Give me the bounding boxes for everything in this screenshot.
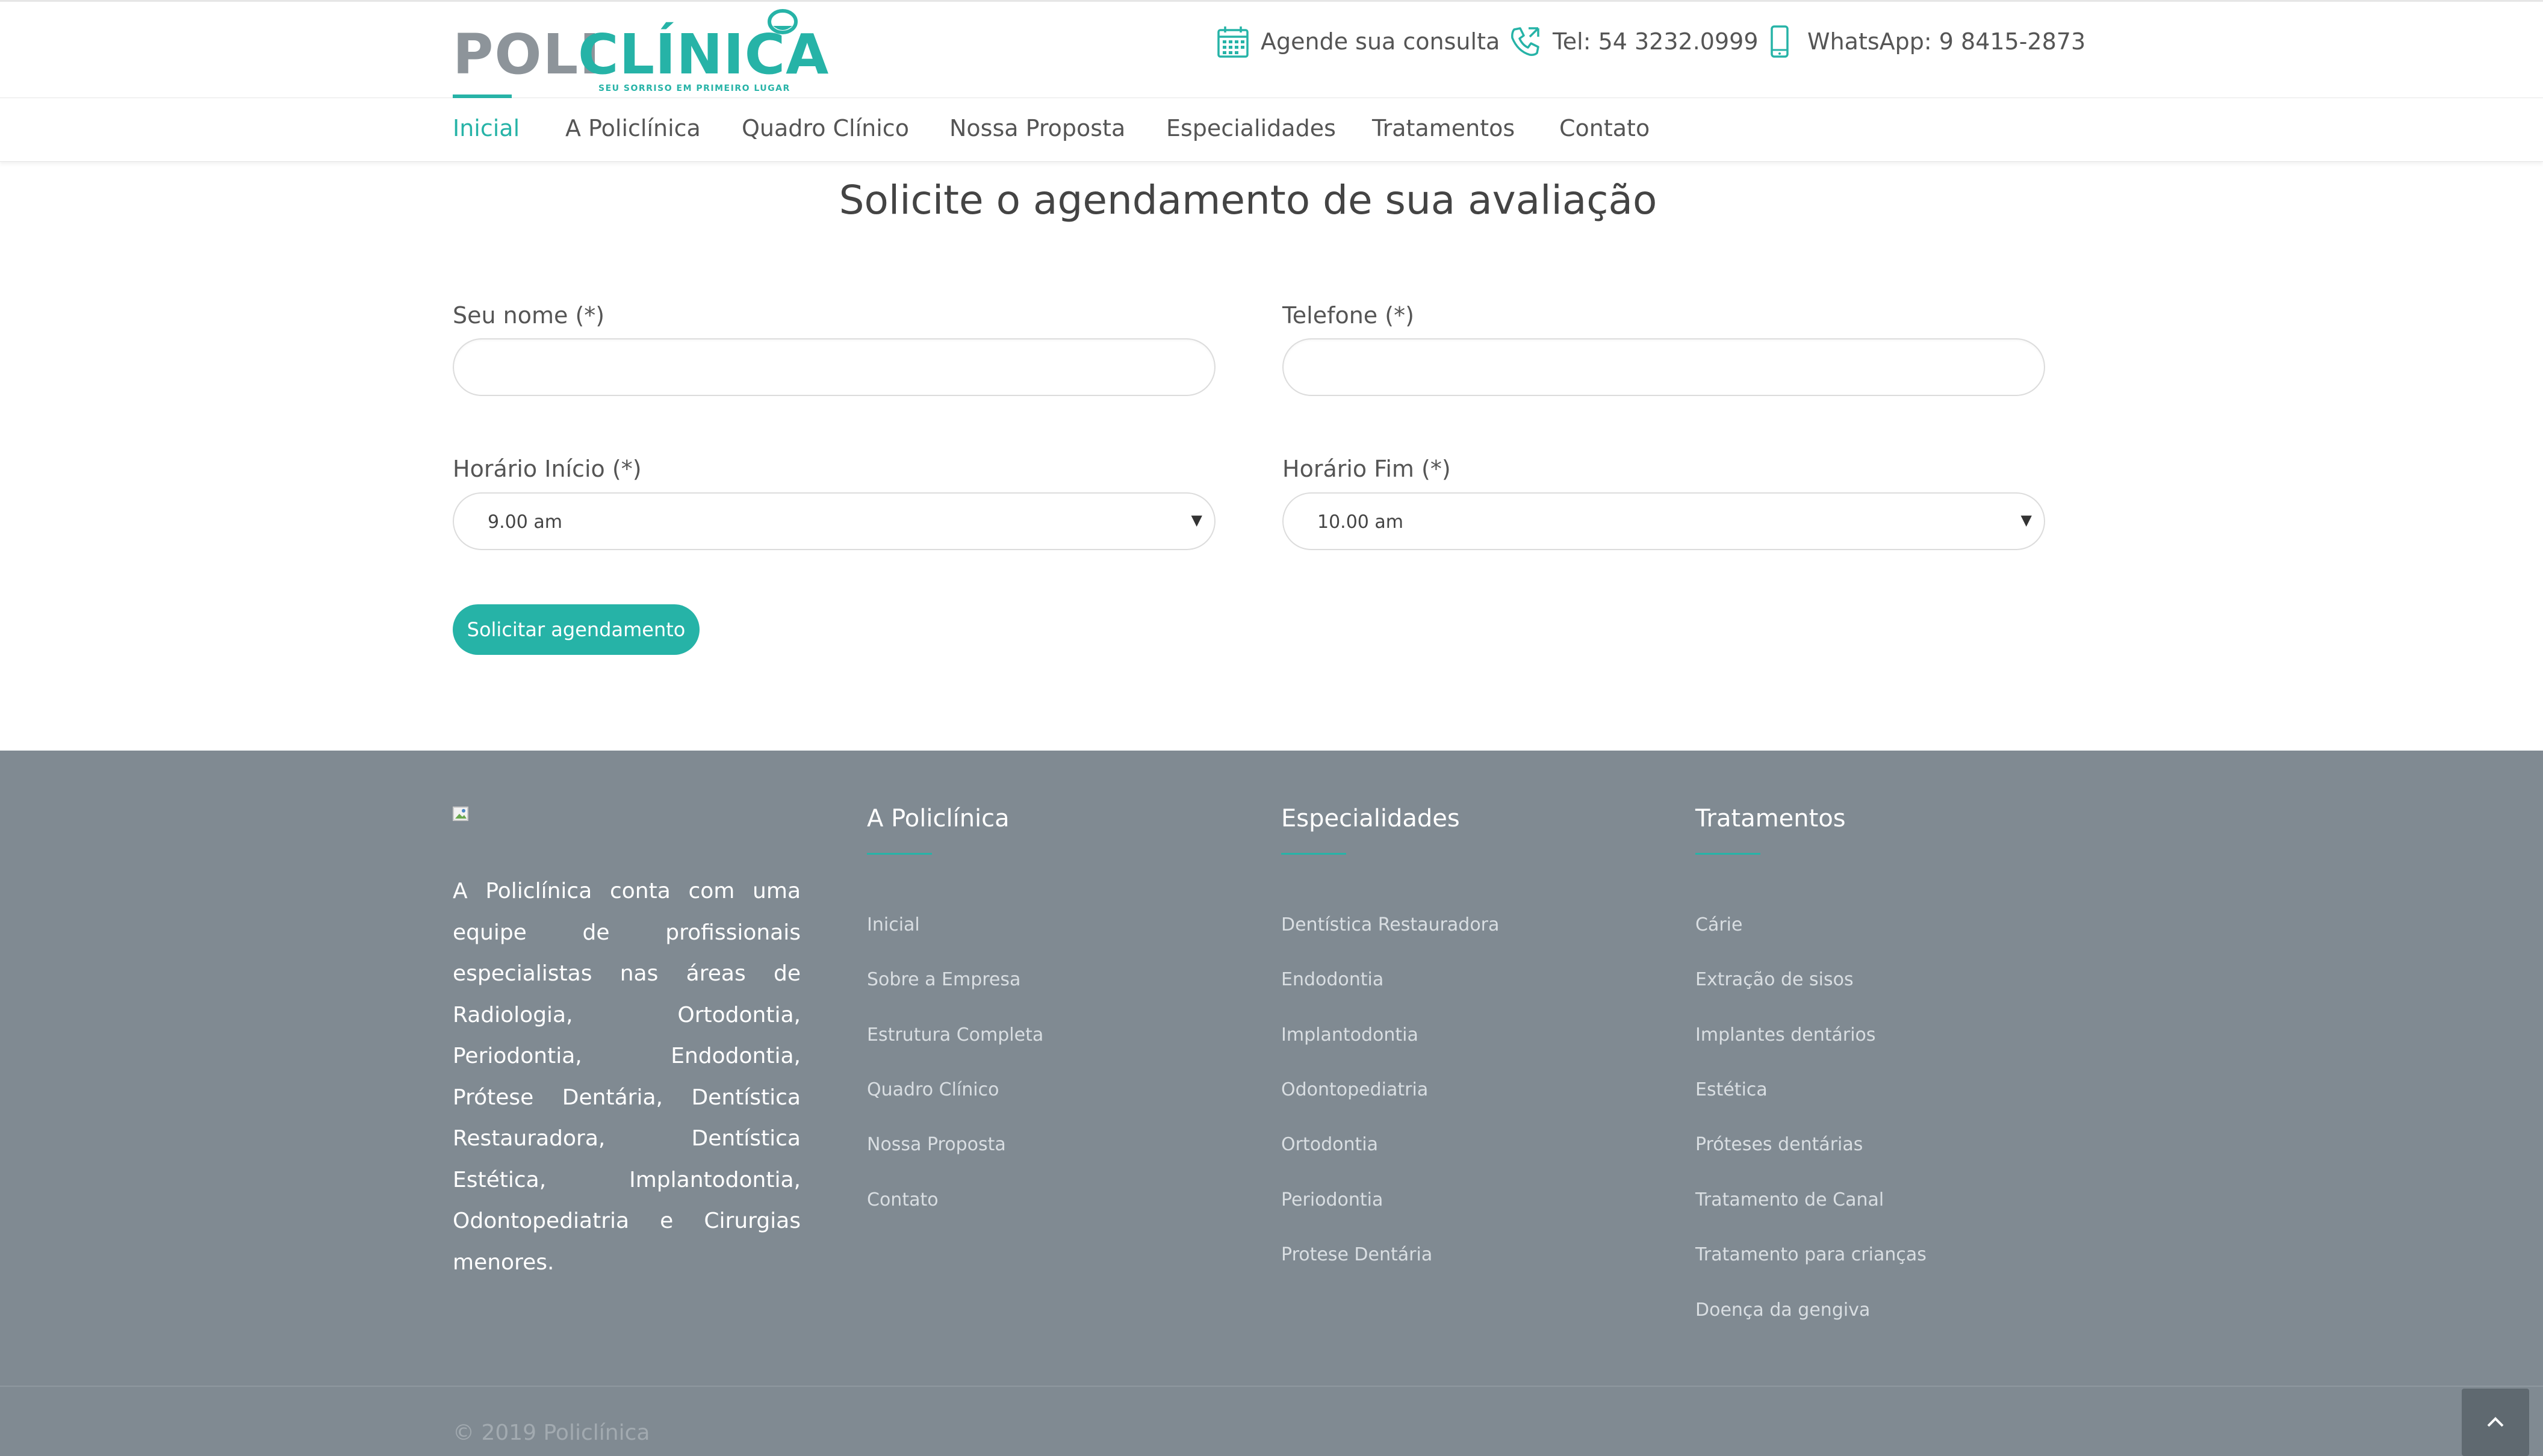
footer-link[interactable]: Nossa Proposta — [867, 1134, 1006, 1155]
end-time-label: Horário Fim (*) — [1282, 456, 1451, 482]
footer-link[interactable]: Implantodontia — [1281, 1024, 1418, 1046]
calendar-icon — [1217, 26, 1249, 58]
schedule-label: Agende sua consulta — [1261, 28, 1500, 55]
top-header: POLI CLÍNICA SEU SORRISO EM PRIMEIRO LUG… — [0, 0, 2543, 98]
chevron-down-icon: ▼ — [1191, 512, 1202, 528]
copyright-text: © 2019 Policlínica — [453, 1420, 650, 1445]
nav-item-quadro-clinico[interactable]: Quadro Clínico — [742, 115, 909, 141]
mobile-phone-icon — [1771, 25, 1789, 58]
start-time-value: 9.00 am — [488, 512, 562, 533]
main-nav: Inicial A Policlínica Quadro Clínico Nos… — [0, 98, 2543, 162]
footer-link[interactable]: Quadro Clínico — [867, 1079, 999, 1100]
nav-item-especialidades[interactable]: Especialidades — [1166, 115, 1336, 141]
nav-item-nossa-proposta[interactable]: Nossa Proposta — [949, 115, 1125, 141]
nav-item-a-policlinica[interactable]: A Policlínica — [565, 115, 701, 141]
footer-link[interactable]: Contato — [867, 1189, 939, 1210]
footer-col-divider — [1281, 853, 1346, 855]
footer-link[interactable]: Doença da gengiva — [1695, 1300, 1870, 1321]
footer-link[interactable]: Protese Dentária — [1281, 1244, 1432, 1265]
chevron-up-icon — [2487, 1417, 2504, 1427]
whatsapp-contact[interactable]: WhatsApp: 9 8415-2873 — [1763, 23, 2085, 60]
phone-field-label: Telefone (*) — [1282, 302, 1414, 329]
logo-bubble-icon — [768, 9, 798, 34]
footer-link[interactable]: Estética — [1695, 1079, 1768, 1100]
footer-link[interactable]: Cárie — [1695, 914, 1742, 935]
footer-col-divider — [867, 853, 932, 855]
footer-link[interactable]: Dentística Restauradora — [1281, 914, 1499, 935]
schedule-contact[interactable]: Agende sua consulta — [1216, 23, 1500, 60]
footer-divider — [0, 1386, 2543, 1387]
footer-link[interactable]: Periodontia — [1281, 1189, 1383, 1210]
footer-col-title-tratamentos: Tratamentos — [1695, 805, 1846, 832]
whatsapp-label: WhatsApp: 9 8415-2873 — [1807, 28, 2086, 55]
chevron-down-icon: ▼ — [2020, 512, 2032, 528]
logo-tagline: SEU SORRISO EM PRIMEIRO LUGAR — [598, 84, 790, 93]
end-time-select[interactable]: 10.00 am ▼ — [1282, 492, 2045, 550]
footer-link[interactable]: Estrutura Completa — [867, 1024, 1043, 1046]
end-time-value: 10.00 am — [1317, 512, 1404, 533]
footer-link[interactable]: Próteses dentárias — [1695, 1134, 1863, 1155]
site-logo[interactable]: POLI CLÍNICA SEU SORRISO EM PRIMEIRO LUG… — [453, 7, 828, 96]
footer-link[interactable]: Ortodontia — [1281, 1134, 1378, 1155]
phone-icon — [1511, 27, 1539, 56]
nav-item-contato[interactable]: Contato — [1559, 115, 1650, 141]
footer-link[interactable]: Tratamento para crianças — [1695, 1244, 1927, 1265]
footer-link[interactable]: Implantes dentários — [1695, 1024, 1876, 1046]
footer-link[interactable]: Sobre a Empresa — [867, 969, 1020, 990]
submit-appointment-button[interactable]: Solicitar agendamento — [453, 604, 700, 655]
footer-col-divider — [1695, 853, 1760, 855]
phone-input[interactable] — [1282, 338, 2045, 396]
name-label: Seu nome (*) — [453, 302, 605, 329]
form-title: Solicite o agendamento de sua avaliação — [839, 177, 1657, 223]
footer-about-text: A Policlínica conta com uma equipe de pr… — [453, 879, 801, 1275]
phone-label: Tel: 54 3232.0999 — [1553, 28, 1759, 55]
footer-col-title-policlinica: A Policlínica — [867, 805, 1010, 832]
footer-link[interactable]: Tratamento de Canal — [1695, 1189, 1884, 1210]
footer-link[interactable]: Inicial — [867, 914, 920, 935]
nav-item-inicial[interactable]: Inicial — [453, 115, 520, 141]
footer-link[interactable]: Endodontia — [1281, 969, 1383, 990]
footer-link[interactable]: Odontopediatria — [1281, 1079, 1428, 1100]
footer: A Policlínica conta com uma equipe de pr… — [0, 751, 2543, 1456]
name-input[interactable] — [453, 338, 1216, 396]
footer-col-title-especialidades: Especialidades — [1281, 805, 1460, 832]
nav-item-tratamentos[interactable]: Tratamentos — [1372, 115, 1515, 141]
start-time-label: Horário Início (*) — [453, 456, 642, 482]
broken-image-icon — [453, 807, 468, 821]
footer-link[interactable]: Extração de sisos — [1695, 969, 1854, 990]
phone-contact[interactable]: Tel: 54 3232.0999 — [1508, 23, 1759, 60]
scroll-to-top-button[interactable] — [2462, 1389, 2529, 1456]
start-time-select[interactable]: 9.00 am ▼ — [453, 492, 1216, 550]
